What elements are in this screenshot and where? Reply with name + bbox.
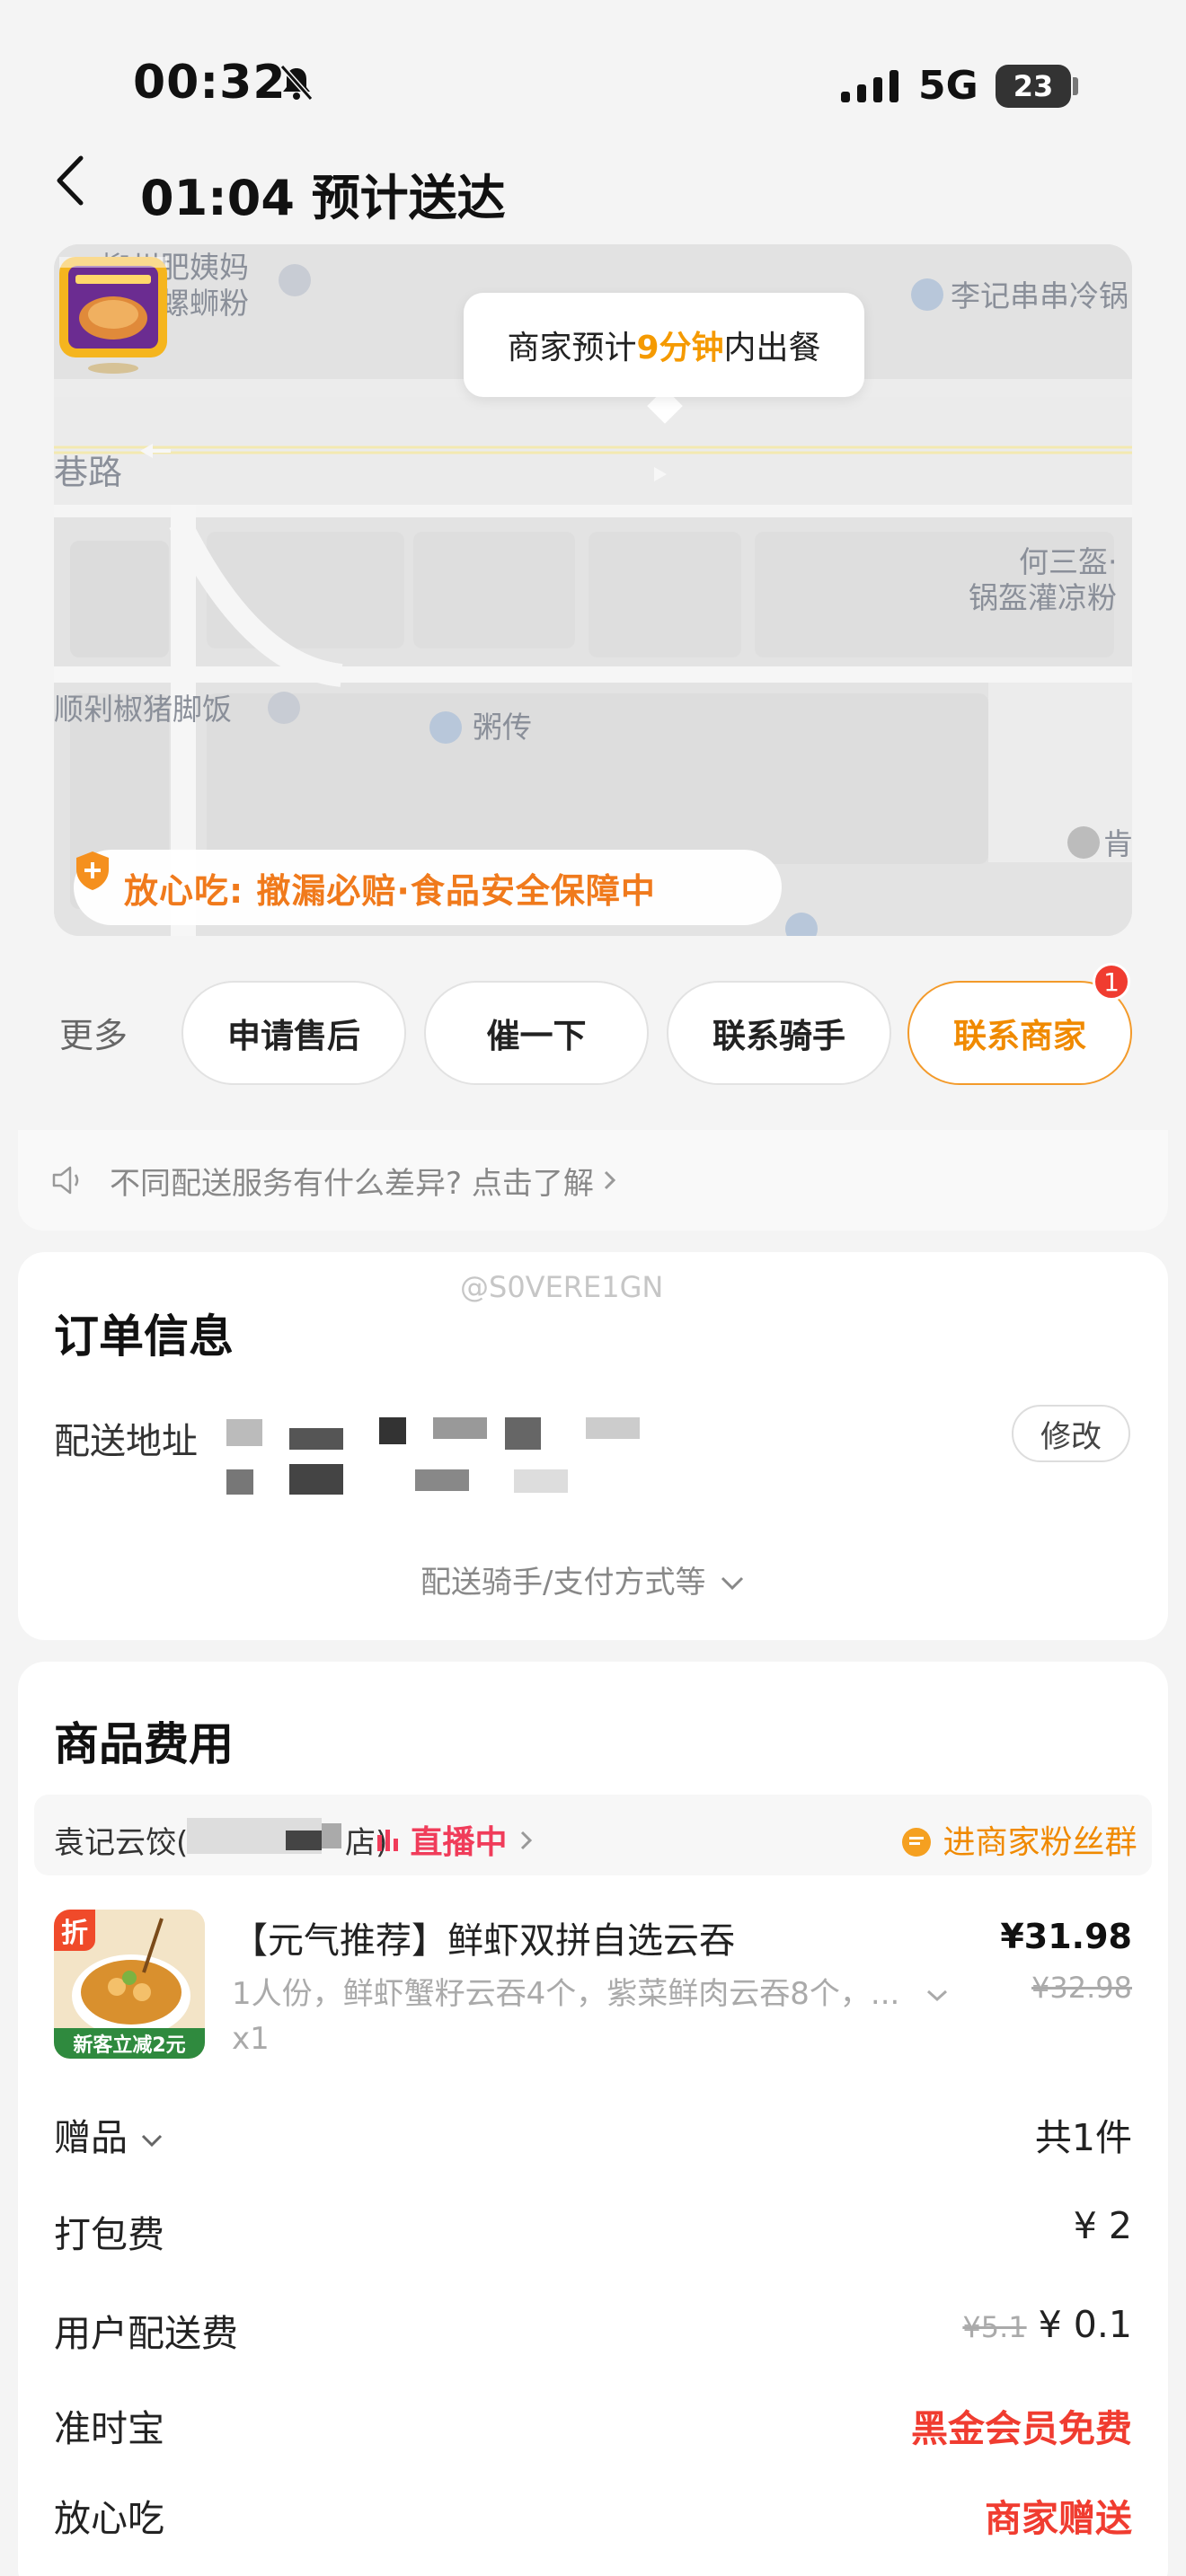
packing-fee-label: 打包费: [54, 2213, 164, 2256]
live-bars-icon: [377, 1824, 399, 1861]
goods-title: 商品费用: [54, 1718, 234, 1770]
delivery-fee-label: 用户配送费: [54, 2312, 238, 2355]
bubble-text-suffix: 内出餐: [723, 330, 821, 366]
shop-name-redacted: [187, 1818, 341, 1854]
speaker-icon: [52, 1166, 79, 1195]
map-poi-label: 锅盔灌凉粉: [969, 580, 1117, 615]
food-original-price: ¥32.98: [1031, 1971, 1132, 2005]
fans-group-link[interactable]: 进商家粉丝群: [900, 1816, 1137, 1863]
discount-tag: 折: [54, 1910, 95, 1951]
gift-value: 共1件: [1034, 2116, 1132, 2159]
chevron-right-icon: [604, 1170, 615, 1190]
expand-details-label: 配送骑手/支付方式等: [420, 1565, 706, 1601]
map-poi-label: 粥传: [473, 710, 532, 745]
battery-tip: [1073, 77, 1078, 95]
after-sale-button[interactable]: 申请售后: [181, 981, 406, 1085]
order-info-title: 订单信息: [54, 1310, 234, 1363]
fans-group-label: 进商家粉丝群: [943, 1824, 1137, 1861]
safe-eat-label: 放心吃: [54, 2497, 164, 2540]
map-poi-label: 何三盔·: [1019, 544, 1118, 579]
address-redacted: [226, 1417, 640, 1495]
on-time-label: 准时宝: [54, 2407, 164, 2450]
food-description: 1人份，鲜虾蟹籽云吞4个，紫菜鲜肉云吞8个，...: [232, 1969, 949, 2013]
bell-muted-icon: [279, 65, 314, 101]
chevron-down-icon: [721, 1576, 744, 1591]
food-description-text: 1人份，鲜虾蟹籽云吞4个，紫菜鲜肉云吞8个，...: [232, 1976, 900, 2012]
signal-icon: [841, 70, 898, 102]
map-poi-label: 顺剁椒猪脚饭: [54, 692, 232, 727]
shop-name: 袁记云饺(: [54, 1825, 189, 1861]
delivery-service-notice[interactable]: 不同配送服务有什么差异? 点击了解: [18, 1130, 1168, 1231]
chevron-right-icon: [521, 1831, 533, 1850]
contact-merchant-button[interactable]: 联系商家: [907, 981, 1132, 1085]
live-label: 直播中: [410, 1824, 508, 1861]
map-road-label: 巷路: [54, 453, 123, 492]
prep-time-bubble: 商家预计 9分钟 内出餐: [464, 293, 864, 397]
on-time-value: 黑金会员免费: [911, 2407, 1132, 2450]
more-button[interactable]: 更多: [59, 1008, 128, 1057]
map-poi-label: 李记串串冷锅: [951, 278, 1128, 313]
bubble-text-prefix: 商家预计: [507, 330, 637, 366]
food-quantity: x1: [232, 2021, 270, 2057]
delivery-fee-value: ¥5.1 ¥ 0.1: [962, 2303, 1132, 2346]
contact-rider-button[interactable]: 联系骑手: [667, 981, 891, 1085]
status-time: 00:32: [133, 56, 287, 110]
network-type: 5G: [918, 63, 978, 109]
food-thumbnail[interactable]: 折 新客立减2元: [54, 1910, 205, 2059]
chevron-down-icon: [141, 2134, 163, 2148]
food-safety-banner[interactable]: 放心吃: 撤漏必赔·食品安全保障中: [74, 850, 782, 925]
store-pin-icon[interactable]: [54, 244, 173, 374]
food-price: ¥31.98: [1000, 1917, 1132, 1956]
delivery-fee-current: ¥ 0.1: [1038, 2303, 1132, 2346]
urge-button[interactable]: 催一下: [424, 981, 649, 1085]
watermark: @S0VERE1GN: [460, 1270, 664, 1304]
chat-bubble-icon: [902, 1828, 931, 1857]
delivery-fee-original: ¥5.1: [962, 2310, 1027, 2344]
safety-text: 放心吃: 撤漏必赔·食品安全保障中: [124, 870, 656, 911]
gift-label[interactable]: 赠品: [54, 2107, 164, 2161]
battery-icon: 23: [996, 65, 1071, 108]
address-label: 配送地址: [54, 1421, 198, 1462]
safe-eat-value: 商家赠送: [985, 2497, 1132, 2540]
food-name[interactable]: 【元气推荐】鲜虾双拼自选云吞: [232, 1911, 735, 1963]
notification-badge: 1: [1093, 963, 1130, 1001]
bubble-text-highlight: 9分钟: [636, 330, 724, 366]
map-poi-label: 肯: [1103, 826, 1132, 861]
expand-details-toggle[interactable]: 配送骑手/支付方式等: [420, 1557, 746, 1601]
delivery-map[interactable]: 柳州肥姨妈 大骨螺蛳粉 李记串串冷锅 巷路 何三盔· 锅盔灌凉粉 顺剁椒猪脚饭 …: [54, 244, 1132, 936]
back-arrow-icon[interactable]: [50, 153, 90, 208]
page-title: 01:04 预计送达: [140, 170, 506, 226]
shield-icon: [76, 851, 109, 890]
live-badge[interactable]: 直播中: [377, 1816, 535, 1863]
promo-label: 新客立减2元: [54, 2028, 205, 2059]
notice-text: 不同配送服务有什么差异? 点击了解: [110, 1165, 594, 1202]
gift-label-text: 赠品: [54, 2116, 128, 2159]
battery-level: 23: [1013, 69, 1054, 103]
modify-address-button[interactable]: 修改: [1012, 1405, 1130, 1462]
packing-fee-value: ¥ 2: [1073, 2204, 1132, 2247]
chevron-down-icon[interactable]: [925, 1988, 949, 2004]
